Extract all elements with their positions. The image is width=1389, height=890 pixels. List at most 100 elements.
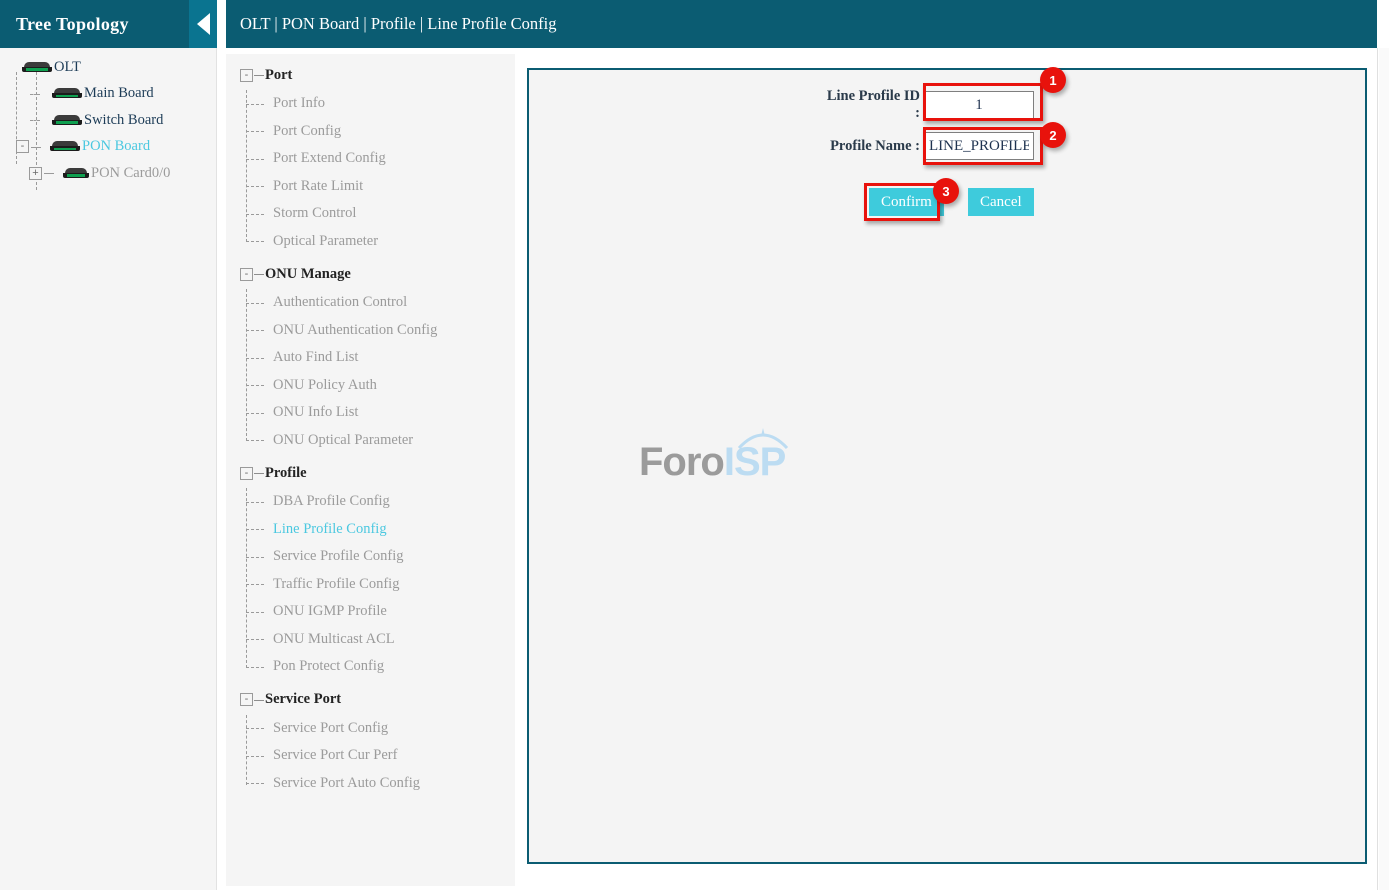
profile-name-row: Profile Name : bbox=[819, 132, 1034, 160]
nav-toggle-collapse-icon[interactable]: - bbox=[240, 466, 253, 480]
nav-group-header-port[interactable]: - Port bbox=[226, 60, 515, 90]
step-badge-1: 1 bbox=[1040, 67, 1066, 93]
scrollbar-thumb[interactable] bbox=[1379, 48, 1389, 890]
nav-item-onu-info-list[interactable]: ONU Info List bbox=[226, 399, 515, 427]
profile-name-label: Profile Name : bbox=[830, 137, 920, 154]
nav-item-onu-policy-auth[interactable]: ONU Policy Auth bbox=[226, 372, 515, 400]
nav-toggle-collapse-icon[interactable]: - bbox=[240, 693, 253, 706]
vertical-scrollbar[interactable] bbox=[1377, 48, 1389, 890]
tree-connector bbox=[44, 173, 54, 174]
nav-item-auto-find-list[interactable]: Auto Find List bbox=[226, 344, 515, 372]
tree-node-label: Switch Board bbox=[84, 111, 164, 128]
nav-item-label: Optical Parameter bbox=[273, 232, 379, 249]
nav-item-label: Storm Control bbox=[273, 205, 357, 222]
tree-toggle-expand-icon[interactable]: + bbox=[29, 166, 42, 180]
profile-name-input[interactable] bbox=[924, 132, 1034, 160]
device-board-icon bbox=[63, 167, 89, 179]
nav-group-port: - Port Port Info Port Config Port Extend… bbox=[226, 54, 515, 255]
nav-item-label: Service Profile Config bbox=[273, 548, 404, 565]
nav-item-service-port-config[interactable]: Service Port Config bbox=[226, 715, 515, 743]
nav-group-header-onu-manage[interactable]: - ONU Manage bbox=[226, 259, 515, 289]
nav-group-label: Port bbox=[265, 66, 293, 83]
nav-item-storm-control[interactable]: Storm Control bbox=[226, 200, 515, 228]
nav-item-label: ONU Optical Parameter bbox=[273, 431, 414, 448]
nav-item-label: Service Port Config bbox=[273, 719, 389, 736]
nav-item-label: Service Port Auto Config bbox=[273, 774, 421, 791]
tree-connector bbox=[31, 146, 41, 148]
nav-item-line-profile-config[interactable]: Line Profile Config bbox=[226, 516, 515, 544]
nav-item-label: ONU Authentication Config bbox=[273, 321, 438, 338]
nav-item-port-rate-limit[interactable]: Port Rate Limit bbox=[226, 173, 515, 201]
nav-group-label: Profile bbox=[265, 464, 307, 481]
nav-item-label: Line Profile Config bbox=[273, 520, 387, 537]
nav-item-label: Service Port Cur Perf bbox=[273, 747, 398, 764]
nav-toggle-collapse-icon[interactable]: - bbox=[240, 68, 253, 82]
tree-node-pon-card[interactable]: + PON Card0/0 bbox=[0, 160, 216, 187]
nav-item-dba-profile-config[interactable]: DBA Profile Config bbox=[226, 488, 515, 516]
tree-node-pon-board[interactable]: - PON Board bbox=[0, 134, 216, 161]
nav-item-service-port-auto-config[interactable]: Service Port Auto Config bbox=[226, 770, 515, 798]
nav-group-service-port: - Service Port Service Port Config Servi… bbox=[226, 681, 515, 798]
nav-item-label: Port Extend Config bbox=[273, 150, 386, 167]
nav-item-onu-igmp-profile[interactable]: ONU IGMP Profile bbox=[226, 598, 515, 626]
nav-item-label: ONU IGMP Profile bbox=[273, 603, 387, 620]
navigation-menu-panel: - Port Port Info Port Config Port Extend… bbox=[226, 54, 515, 886]
device-board-icon bbox=[52, 114, 82, 126]
line-profile-id-input[interactable] bbox=[924, 91, 1034, 119]
content-area: ForoISP Line Profile ID : 1 Profile Name… bbox=[515, 48, 1377, 890]
foroisp-watermark: ForoISP bbox=[639, 428, 789, 485]
nav-item-label: ONU Multicast ACL bbox=[273, 630, 395, 647]
nav-item-service-port-cur-perf[interactable]: Service Port Cur Perf bbox=[226, 742, 515, 770]
tree-node-label: Main Board bbox=[84, 85, 154, 102]
device-board-icon bbox=[22, 61, 52, 73]
nav-item-label: Port Info bbox=[273, 95, 325, 112]
nav-item-onu-authentication-config[interactable]: ONU Authentication Config bbox=[226, 317, 515, 345]
step-badge-3: 3 bbox=[933, 178, 959, 204]
wifi-arc-icon bbox=[737, 428, 789, 450]
nav-group-header-profile[interactable]: - Profile bbox=[226, 458, 515, 488]
nav-item-onu-multicast-acl[interactable]: ONU Multicast ACL bbox=[226, 626, 515, 654]
nav-item-port-extend-config[interactable]: Port Extend Config bbox=[226, 145, 515, 173]
tree-connector bbox=[30, 120, 40, 121]
nav-item-label: Pon Protect Config bbox=[273, 658, 385, 675]
breadcrumb: OLT | PON Board | Profile | Line Profile… bbox=[226, 0, 1377, 48]
tree-panel-title-text: Tree Topology bbox=[16, 13, 129, 34]
tree-node-label: PON Board bbox=[82, 138, 151, 155]
nav-item-label: Port Config bbox=[273, 122, 342, 139]
tree-topology-panel: OLT Main Board Switch Board - PON Board … bbox=[0, 48, 217, 890]
application-window: Tree Topology OLT | PON Board | Profile … bbox=[0, 0, 1389, 890]
nav-item-traffic-profile-config[interactable]: Traffic Profile Config bbox=[226, 571, 515, 599]
step-badge-2: 2 bbox=[1040, 122, 1066, 148]
nav-group-onu-manage: - ONU Manage Authentication Control ONU … bbox=[226, 255, 515, 454]
nav-group-header-service-port[interactable]: - Service Port bbox=[226, 685, 515, 715]
triangle-left-icon bbox=[196, 13, 210, 35]
tree-node-olt[interactable]: OLT bbox=[0, 54, 216, 81]
tree-node-switch-board[interactable]: Switch Board bbox=[0, 107, 216, 134]
nav-item-optical-parameter[interactable]: Optical Parameter bbox=[226, 228, 515, 256]
nav-item-pon-protect-config[interactable]: Pon Protect Config bbox=[226, 653, 515, 681]
nav-item-service-profile-config[interactable]: Service Profile Config bbox=[226, 543, 515, 571]
tree-node-label: PON Card0/0 bbox=[91, 164, 171, 181]
line-profile-config-form-card: ForoISP Line Profile ID : 1 Profile Name… bbox=[527, 67, 1367, 864]
tree-node-main-board[interactable]: Main Board bbox=[0, 81, 216, 108]
tree-connector bbox=[30, 93, 40, 95]
nav-item-label: Auto Find List bbox=[273, 349, 359, 366]
nav-item-label: DBA Profile Config bbox=[273, 493, 390, 510]
nav-item-port-info[interactable]: Port Info bbox=[226, 90, 515, 118]
device-board-icon bbox=[50, 141, 80, 152]
nav-group-profile: - Profile DBA Profile Config Line Profil… bbox=[226, 454, 515, 681]
nav-item-authentication-control[interactable]: Authentication Control bbox=[226, 289, 515, 317]
nav-item-label: Authentication Control bbox=[273, 294, 408, 311]
cancel-button[interactable]: Cancel bbox=[967, 188, 1034, 216]
line-profile-id-row: Line Profile ID : bbox=[819, 88, 1034, 122]
nav-item-label: ONU Info List bbox=[273, 404, 359, 421]
nav-toggle-collapse-icon[interactable]: - bbox=[240, 267, 253, 281]
nav-group-label: Service Port bbox=[265, 691, 342, 707]
nav-item-onu-optical-parameter[interactable]: ONU Optical Parameter bbox=[226, 427, 515, 455]
collapse-sidebar-button[interactable] bbox=[189, 0, 217, 48]
nav-item-port-config[interactable]: Port Config bbox=[226, 118, 515, 146]
nav-item-label: Port Rate Limit bbox=[273, 177, 364, 194]
tree-panel-title: Tree Topology bbox=[0, 0, 189, 48]
tree-toggle-collapse-icon[interactable]: - bbox=[16, 140, 29, 154]
tree-node-label: OLT bbox=[54, 58, 81, 75]
